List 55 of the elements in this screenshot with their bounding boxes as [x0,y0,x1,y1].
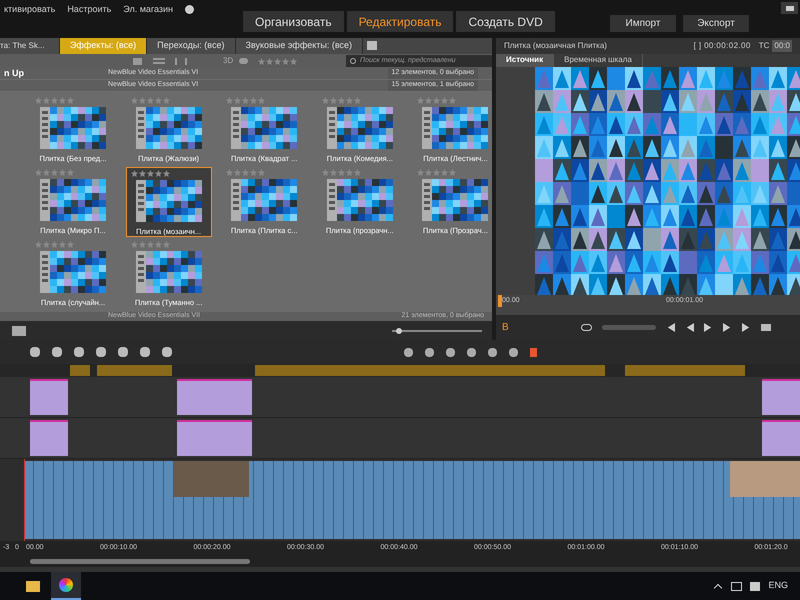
skip-forward-icon[interactable] [742,322,751,332]
menu-item[interactable]: Эл. магазин [123,3,174,16]
mode-tab[interactable]: Организовать [243,11,344,32]
photo-placeholder [730,461,800,497]
menu-item[interactable]: Настроить [67,3,112,16]
effect-thumbnail-drawing [136,107,202,149]
title-clip-drawing[interactable] [762,420,800,456]
library-tab[interactable]: та: The Sk... [0,38,60,54]
skip-back-icon[interactable] [666,322,675,332]
library-tab[interactable]: Переходы: (все) [147,38,236,54]
effect-thumbnail-drawing [40,251,106,293]
effect-thumbnail-drawing [40,179,106,221]
audio-clip-drawing[interactable] [625,365,745,376]
effect-thumbnail-drawing [40,107,106,149]
playhead-marker[interactable] [498,295,502,308]
cart-button[interactable] [781,2,798,14]
title-clip-drawing[interactable] [30,379,68,415]
effect-thumbnail-drawing [422,107,488,149]
step-forward-icon[interactable] [722,322,732,332]
step-back-icon[interactable] [684,322,694,332]
effect-thumbnail-drawing [136,251,202,293]
play-icon[interactable] [704,322,713,332]
action-button[interactable]: Импорт [610,15,676,32]
mode-tab[interactable]: Редактировать [346,11,454,32]
title-clip-drawing[interactable] [177,420,252,456]
mode-tab[interactable]: Создать DVD [456,11,555,32]
loop-icon[interactable] [580,324,592,331]
scrollbar-thumb[interactable] [30,558,250,564]
group-name: n Up [4,68,24,78]
mark-label: B [502,320,509,335]
taskbar-app-button[interactable] [51,572,81,600]
slider-thumb[interactable] [396,328,402,334]
effect-thumbnail-drawing [136,180,202,222]
library-tab[interactable]: Звуковые эффекты: (все) [236,38,364,54]
language-indicator[interactable]: ENG [768,579,788,593]
action-button[interactable]: Экспорт [683,15,749,32]
audio-clip-drawing[interactable] [255,365,605,376]
search-icon [350,58,356,64]
audio-clip-drawing[interactable] [97,365,172,376]
effect-thumbnail-drawing [231,107,298,149]
effect-thumbnail-drawing [422,179,488,221]
effect-thumbnail-drawing [326,179,393,221]
title-clip-drawing[interactable] [762,379,800,415]
title-clip-drawing[interactable] [30,420,68,456]
audio-clip-drawing[interactable] [70,365,90,376]
effect-thumbnail-drawing [326,107,393,149]
tc-label: TC [758,40,770,52]
effect-thumbnail-drawing [231,179,298,221]
duration-readout: [ ] 00:00:02.00 [694,40,751,52]
clip-title: Плитка (мозаичная Плитка) [504,40,607,52]
player-tab[interactable]: Источник [496,54,554,68]
marker-icon[interactable] [530,348,537,356]
menu-item[interactable]: ктивировать [4,3,56,16]
timecode-readout: 00:0 [772,40,792,52]
title-clip-drawing[interactable] [177,379,252,415]
